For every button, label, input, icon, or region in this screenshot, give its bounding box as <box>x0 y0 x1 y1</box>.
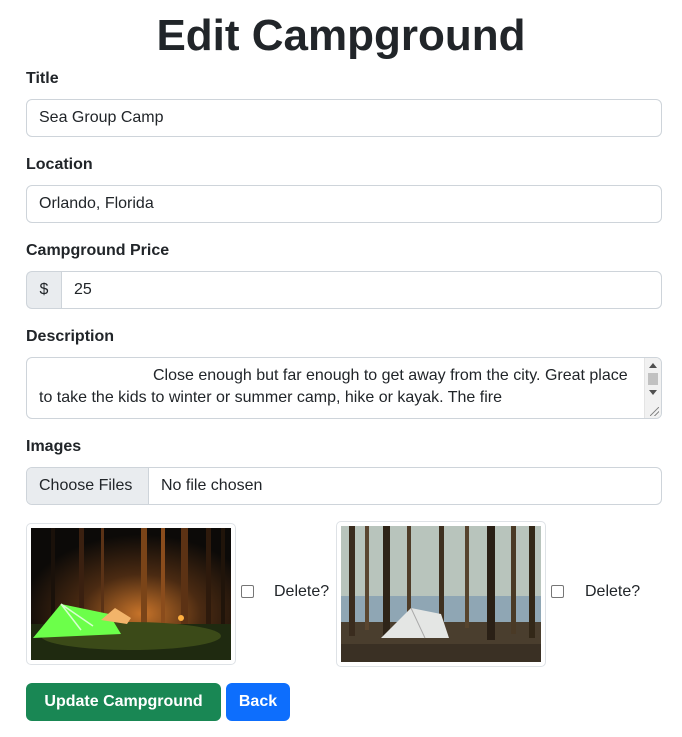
currency-prefix: $ <box>26 271 61 309</box>
delete-image-2-checkbox[interactable] <box>551 585 564 598</box>
delete-image-2-label: Delete? <box>585 583 641 600</box>
update-campground-button[interactable]: Update Campground <box>26 683 221 721</box>
delete-image-1-checkbox[interactable] <box>241 585 254 598</box>
description-text: Close enough but far enough to get away … <box>39 367 628 406</box>
location-input[interactable]: Orlando, Florida <box>26 185 662 223</box>
resize-handle-icon[interactable] <box>650 407 659 416</box>
back-button[interactable]: Back <box>226 683 290 721</box>
campground-image-2 <box>336 521 546 667</box>
scroll-thumb[interactable] <box>648 373 658 385</box>
file-status: No file chosen <box>161 477 263 494</box>
scroll-down-icon[interactable] <box>649 390 657 395</box>
title-input[interactable]: Sea Group Camp <box>26 99 662 137</box>
page-title: Edit Campground <box>156 11 526 60</box>
title-label: Title <box>26 70 59 87</box>
description-label: Description <box>26 328 115 345</box>
images-label: Images <box>26 438 82 455</box>
choose-files-button[interactable]: Choose Files <box>27 468 149 504</box>
price-input[interactable]: 25 <box>61 271 662 309</box>
price-label: Campground Price <box>26 242 170 259</box>
location-label: Location <box>26 156 93 173</box>
file-input[interactable]: Choose Files No file chosen <box>26 467 662 505</box>
scroll-up-icon[interactable] <box>649 363 657 368</box>
price-input-group: $ 25 <box>26 271 662 309</box>
delete-image-1-label: Delete? <box>274 583 330 600</box>
forest-camp-photo <box>341 526 541 662</box>
campground-image-1 <box>26 523 236 665</box>
description-textarea[interactable]: Close enough but far enough to get away … <box>26 357 662 419</box>
night-camp-photo <box>31 528 231 660</box>
